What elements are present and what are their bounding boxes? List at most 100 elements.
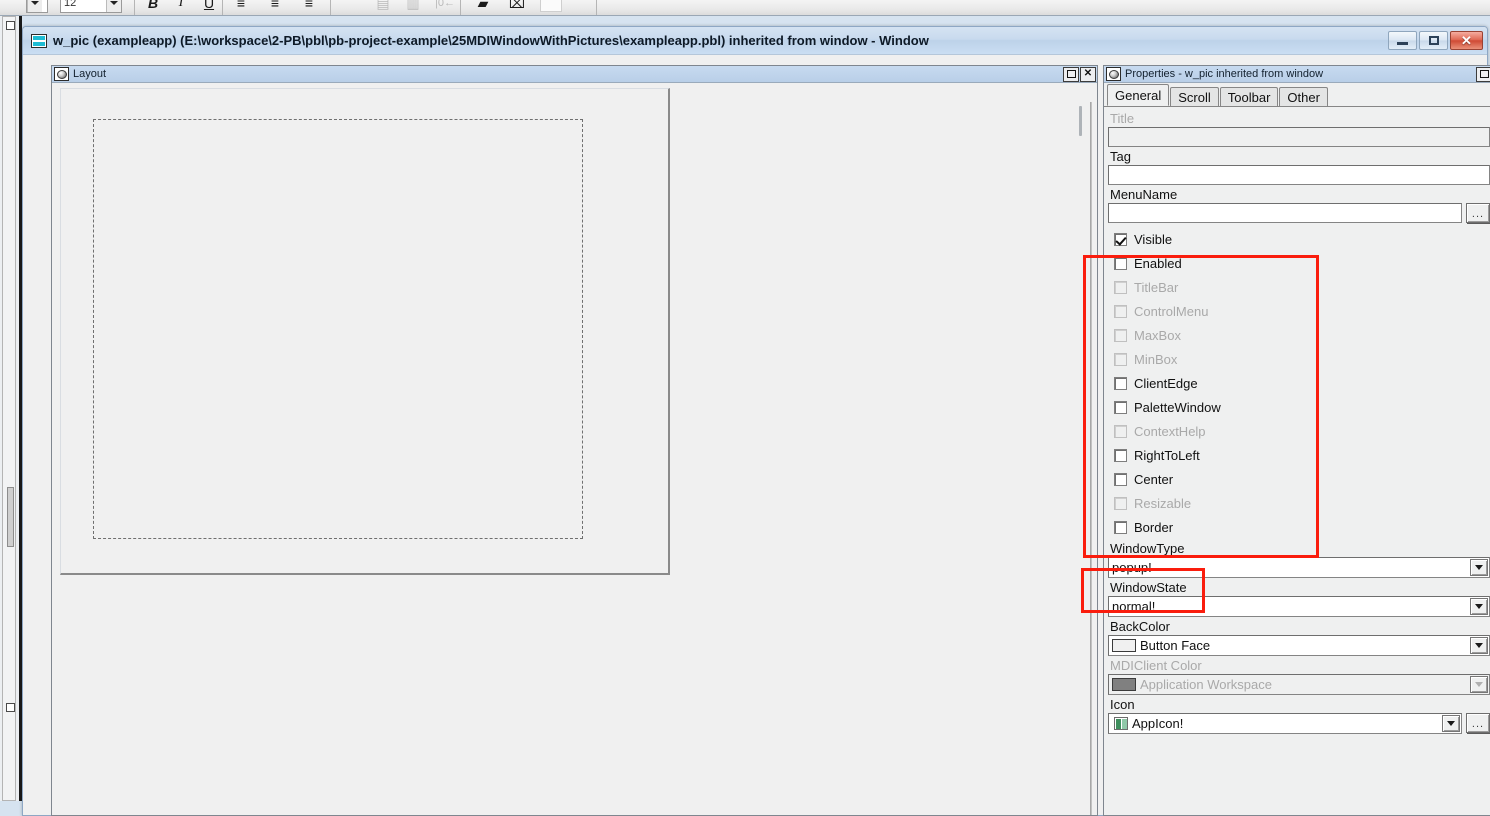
title-input[interactable] xyxy=(1108,127,1490,147)
checkbox-label: Visible xyxy=(1134,231,1173,247)
checkbox-icon[interactable] xyxy=(1114,520,1127,534)
layout-scroll-thumb[interactable] xyxy=(1079,106,1082,136)
gutter-marker-icon xyxy=(6,21,15,30)
icon-dropdown[interactable]: AppIcon! xyxy=(1108,713,1462,734)
checkbox-row-border[interactable]: Border xyxy=(1108,515,1490,539)
checkbox-icon[interactable] xyxy=(1114,232,1127,246)
tab-other[interactable]: Other xyxy=(1279,87,1328,106)
checkbox-row-center[interactable]: Center xyxy=(1108,467,1490,491)
tag-field-label: Tag xyxy=(1110,149,1131,164)
checkbox-row-visible[interactable]: Visible xyxy=(1108,227,1490,251)
chevron-down-icon[interactable] xyxy=(106,0,121,12)
window-titlebar[interactable]: w_pic (exampleapp) (E:\workspace\2-PB\pb… xyxy=(23,27,1487,55)
checkbox-row-palettewindow[interactable]: PaletteWindow xyxy=(1108,395,1490,419)
properties-restore-button[interactable] xyxy=(1476,66,1490,82)
window-controls: ✕ xyxy=(1388,31,1483,50)
window-outline-guide xyxy=(93,119,583,539)
tab-label: Scroll xyxy=(1178,89,1211,105)
toolbar-separator xyxy=(596,0,597,15)
checkbox-label: Resizable xyxy=(1134,495,1192,511)
layout-pane: Layout ✕ xyxy=(51,65,1098,816)
layout-pane-titlebar[interactable]: Layout ✕ xyxy=(52,66,1097,83)
backcolor-dropdown[interactable]: Button Face xyxy=(1108,635,1490,656)
backcolor-row: Button Face xyxy=(1108,635,1490,656)
tag-input[interactable] xyxy=(1108,165,1490,185)
toolbar-separator xyxy=(222,0,223,15)
gutter-scroll-thumb[interactable] xyxy=(7,487,14,547)
chevron-down-icon[interactable] xyxy=(27,0,42,12)
script-button[interactable]: ⌧ xyxy=(504,0,530,14)
checkbox-icon[interactable] xyxy=(1114,472,1127,486)
minimize-button[interactable] xyxy=(1388,31,1417,50)
left-gutter-scrollbar[interactable] xyxy=(2,16,16,801)
close-icon: ✕ xyxy=(1083,68,1093,79)
properties-pane-icon xyxy=(1106,67,1121,81)
checkbox-icon[interactable] xyxy=(1114,448,1127,462)
minimize-icon xyxy=(1397,41,1408,45)
align-right-button[interactable]: ≡ xyxy=(296,0,322,14)
underline-button[interactable]: U xyxy=(196,0,222,14)
tab-general[interactable]: General xyxy=(1107,84,1170,106)
windowtype-value: popup! xyxy=(1112,560,1152,575)
properties-pane: Properties - w_pic inherited from window… xyxy=(1103,65,1490,816)
windowstate-dropdown[interactable]: normal! xyxy=(1108,596,1490,617)
font-name-dropdown-arrow[interactable] xyxy=(26,0,48,14)
toolbar-separator xyxy=(460,0,461,15)
mdiclient-color-value: Application Workspace xyxy=(1140,677,1272,692)
checkbox-label: RightToLeft xyxy=(1134,447,1200,463)
tag-field-row xyxy=(1108,165,1490,185)
checkbox-row-clientedge[interactable]: ClientEdge xyxy=(1108,371,1490,395)
close-icon: ✕ xyxy=(1461,33,1472,48)
windowstate-label: WindowState xyxy=(1110,580,1187,595)
icon-browse-button[interactable]: ... xyxy=(1466,713,1490,733)
layout-close-button[interactable]: ✕ xyxy=(1080,66,1096,82)
font-size-combo[interactable]: 12 xyxy=(60,0,122,14)
checkbox-label: TitleBar xyxy=(1134,279,1179,295)
gutter-marker-icon xyxy=(6,703,15,712)
align-center-button[interactable]: ≡ xyxy=(262,0,288,14)
restore-button[interactable] xyxy=(1419,31,1448,50)
windowtype-label: WindowType xyxy=(1110,541,1185,556)
spacer-button[interactable] xyxy=(540,0,562,12)
layout-canvas[interactable] xyxy=(52,84,1097,815)
chevron-down-icon[interactable] xyxy=(1470,637,1488,654)
chevron-down-icon[interactable] xyxy=(1470,598,1488,615)
chevron-down-icon[interactable] xyxy=(1442,715,1460,732)
bold-button[interactable]: B xyxy=(140,0,166,14)
top-toolbar: 12 B I U ≡ ≡ ≡ ▤ ▥ |0← ▰ ⌧ xyxy=(0,0,1490,16)
tab-order-icon: |0← xyxy=(435,0,455,9)
preview-button[interactable]: ▰ xyxy=(470,0,496,14)
menuname-input[interactable] xyxy=(1108,203,1462,223)
layout-restore-button[interactable] xyxy=(1063,66,1079,82)
properties-checkbox-group: Visible Enabled TitleBar ControlMenu MaxBox M… xyxy=(1108,227,1490,539)
align-left-button[interactable]: ≡ xyxy=(228,0,254,14)
design-surface[interactable] xyxy=(60,88,670,575)
restore-icon xyxy=(1428,36,1439,45)
layout-pane-divider[interactable] xyxy=(1090,102,1092,815)
menuname-browse-button[interactable]: ... xyxy=(1466,203,1490,223)
checkbox-icon[interactable] xyxy=(1114,376,1127,390)
properties-pane-controls: ✕ xyxy=(1476,66,1490,82)
chevron-down-icon[interactable] xyxy=(1470,559,1488,576)
title-field-label: Title xyxy=(1110,111,1135,126)
checkbox-row-righttoleft[interactable]: RightToLeft xyxy=(1108,443,1490,467)
properties-pane-titlebar[interactable]: Properties - w_pic inherited from window… xyxy=(1104,66,1490,83)
layout-grid-icon: ▤ xyxy=(376,0,390,11)
italic-button[interactable]: I xyxy=(168,0,194,14)
mdiclient-color-label: MDIClient Color xyxy=(1110,658,1202,673)
checkbox-label: ClientEdge xyxy=(1134,375,1198,391)
windowtype-dropdown[interactable]: popup! xyxy=(1108,557,1490,578)
icon-value: AppIcon! xyxy=(1132,716,1184,731)
checkbox-label: MaxBox xyxy=(1134,327,1181,343)
checkbox-row-enabled[interactable]: Enabled xyxy=(1108,251,1490,275)
close-button[interactable]: ✕ xyxy=(1450,31,1483,50)
menuname-field-row: ... xyxy=(1108,203,1490,223)
checkbox-icon[interactable] xyxy=(1114,400,1127,414)
layout-pane-controls: ✕ xyxy=(1063,66,1096,82)
checkbox-row-contexthelp: ContextHelp xyxy=(1108,419,1490,443)
tab-scroll[interactable]: Scroll xyxy=(1170,87,1219,106)
checkbox-icon xyxy=(1114,304,1127,318)
checkbox-icon[interactable] xyxy=(1114,256,1127,270)
tab-label: Other xyxy=(1287,89,1320,105)
tab-toolbar[interactable]: Toolbar xyxy=(1219,87,1279,106)
